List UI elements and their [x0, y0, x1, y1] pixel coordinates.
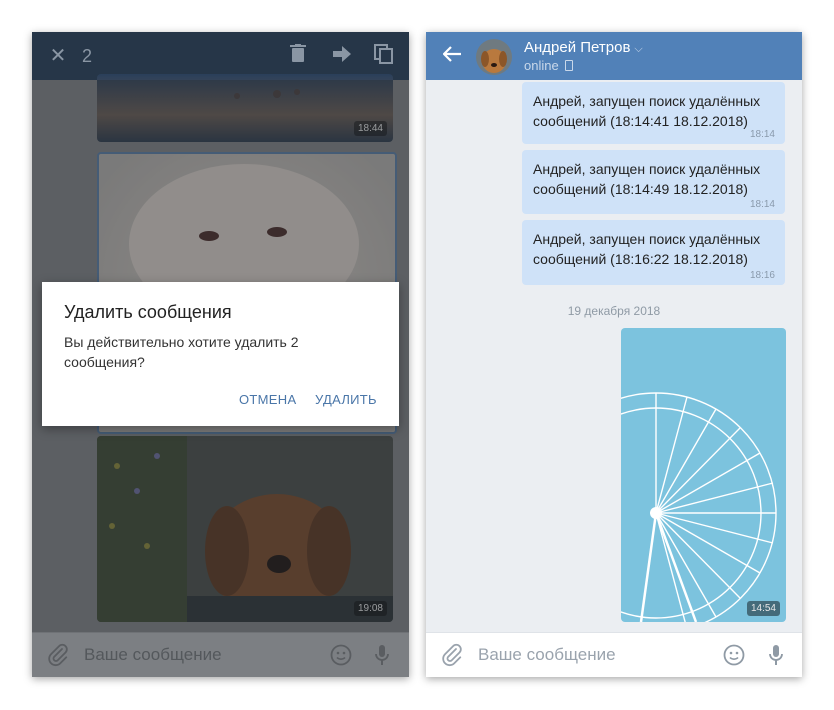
ferris-wheel-photo[interactable]: 14:54 [621, 328, 786, 622]
left-phone-screen: ✕ 2 18:44 19:08 Ваше сообщение Удалить с… [32, 32, 409, 677]
message-bubble[interactable]: Андрей, запущен поиск удалённых сообщени… [522, 82, 785, 144]
contact-status-row: online [524, 58, 574, 73]
contact-name: Андрей Петров [524, 39, 631, 56]
message-time: 18:16 [749, 270, 775, 281]
avatar[interactable] [476, 39, 512, 75]
message-time: 18:14 [749, 199, 775, 210]
message-text: Андрей, запущен поиск удалённых сообщени… [533, 161, 761, 197]
delete-button[interactable]: УДАЛИТЬ [315, 392, 377, 407]
close-icon[interactable]: ✕ [46, 44, 70, 68]
microphone-icon[interactable] [370, 643, 394, 667]
message-text: Андрей, запущен поиск удалённых сообщени… [533, 231, 761, 267]
emoji-icon[interactable] [329, 643, 353, 667]
selection-toolbar: ✕ 2 [32, 32, 409, 80]
back-arrow-icon[interactable] [440, 44, 464, 68]
message-bubble[interactable]: Андрей, запущен поиск удалённых сообщени… [522, 150, 785, 214]
delete-confirmation-dialog: Удалить сообщения Вы действительно хотит… [42, 282, 399, 426]
contact-name-row[interactable]: Андрей Петров ⌵ [524, 39, 643, 56]
contact-status: online [524, 58, 559, 73]
cancel-button[interactable]: ОТМЕНА [239, 392, 296, 407]
message-composer: Ваше сообщение [426, 632, 802, 677]
message-time: 18:14 [749, 129, 775, 140]
phone-icon [565, 60, 574, 71]
message-text: Андрей, запущен поиск удалённых сообщени… [533, 93, 761, 129]
chat-header: Андрей Петров ⌵ online [426, 32, 802, 80]
copy-icon[interactable] [372, 44, 396, 68]
message-composer: Ваше сообщение [32, 632, 409, 677]
chevron-down-icon: ⌵ [634, 43, 643, 55]
photo-time: 14:54 [746, 601, 780, 616]
paperclip-icon[interactable] [46, 643, 70, 667]
message-bubble[interactable]: Андрей, запущен поиск удалённых сообщени… [522, 220, 785, 285]
forward-icon[interactable] [330, 44, 354, 68]
composer-placeholder[interactable]: Ваше сообщение [478, 645, 616, 665]
right-phone-screen: Андрей Петров ⌵ online Андрей, запущен по… [426, 32, 802, 677]
paperclip-icon[interactable] [440, 643, 464, 667]
composer-placeholder[interactable]: Ваше сообщение [84, 645, 222, 665]
emoji-icon[interactable] [722, 643, 746, 667]
microphone-icon[interactable] [764, 643, 788, 667]
trash-icon[interactable] [286, 44, 310, 68]
dialog-message: Вы действительно хотите удалить 2 сообще… [64, 334, 299, 370]
selection-count: 2 [82, 46, 93, 66]
date-separator: 19 декабря 2018 [567, 304, 661, 318]
dialog-title: Удалить сообщения [64, 302, 232, 322]
